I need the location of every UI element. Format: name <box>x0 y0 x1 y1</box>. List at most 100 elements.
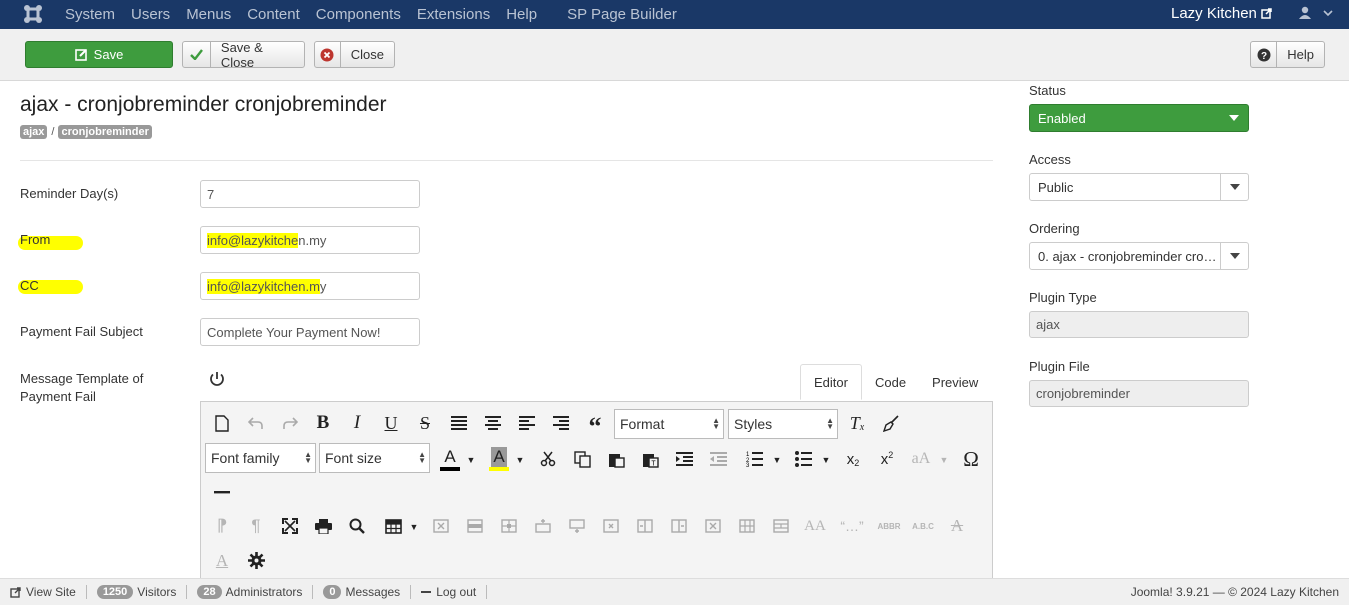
rtl-icon[interactable]: ¶ <box>245 515 267 537</box>
align-right-icon[interactable] <box>550 412 572 434</box>
status-select[interactable]: Enabled <box>1029 104 1249 132</box>
outdent-icon[interactable] <box>707 448 729 470</box>
special-character-icon[interactable]: Ω <box>959 447 983 471</box>
administrators-link[interactable]: 28 Administrators <box>187 585 314 599</box>
row-properties-icon[interactable] <box>464 515 486 537</box>
paste-icon[interactable] <box>605 448 627 470</box>
insertion-icon[interactable]: A <box>211 550 233 572</box>
new-document-icon[interactable] <box>211 412 233 434</box>
user-menu[interactable] <box>1298 6 1334 20</box>
view-site-link[interactable]: View Site <box>0 585 87 599</box>
delete-row-icon[interactable] <box>600 515 622 537</box>
print-icon[interactable] <box>312 515 334 537</box>
deletion-icon[interactable]: A <box>946 515 968 537</box>
logout-link[interactable]: Log out <box>411 585 488 599</box>
superscript-icon[interactable]: x2 <box>876 448 898 470</box>
styles-select[interactable]: Styles ▲ ▼ <box>728 409 838 439</box>
split-cells-icon[interactable] <box>736 515 758 537</box>
numbered-list-icon[interactable]: 123 <box>743 448 765 470</box>
breadcrumb-separator: / <box>51 126 55 138</box>
tab-code[interactable]: Code <box>862 364 919 400</box>
close-button[interactable]: Close <box>314 41 395 68</box>
align-justify-icon[interactable] <box>448 412 470 434</box>
payment-fail-subject-input[interactable]: Complete Your Payment Now! <box>200 318 420 346</box>
tab-editor[interactable]: Editor <box>800 364 862 400</box>
menu-sp-page-builder[interactable]: SP Page Builder <box>567 6 677 23</box>
underline-icon[interactable]: U <box>380 412 402 434</box>
search-icon[interactable] <box>346 515 368 537</box>
ltr-icon[interactable]: ⁋ <box>211 515 233 537</box>
gear-icon[interactable] <box>245 549 267 571</box>
text-color-icon[interactable]: A <box>439 446 461 472</box>
power-toggle-icon[interactable] <box>208 370 226 388</box>
table-icon[interactable] <box>382 515 404 537</box>
cleanup-broom-icon[interactable] <box>880 412 902 434</box>
save-button[interactable]: Save <box>25 41 173 68</box>
check-icon <box>183 42 211 67</box>
delete-column-icon[interactable] <box>702 515 724 537</box>
undo-icon[interactable] <box>245 412 267 434</box>
paste-text-icon[interactable]: T <box>639 448 661 470</box>
menu-system[interactable]: System <box>65 6 115 23</box>
chevron-down-icon[interactable]: ▼ <box>820 450 832 470</box>
insert-column-before-icon[interactable] <box>634 515 656 537</box>
abbreviation-icon[interactable]: ABBR <box>876 515 902 537</box>
cut-icon[interactable] <box>537 448 559 470</box>
align-center-icon[interactable] <box>482 412 504 434</box>
inline-quote-icon[interactable]: “…” <box>838 515 866 537</box>
insert-column-after-icon[interactable] <box>668 515 690 537</box>
joomla-logo-icon[interactable] <box>22 3 44 25</box>
font-family-select[interactable]: Font family ▲ ▼ <box>205 443 316 473</box>
visitors-link[interactable]: 1250 Visitors <box>87 585 188 599</box>
site-link[interactable]: Lazy Kitchen <box>1171 5 1272 22</box>
messages-link[interactable]: 0 Messages <box>313 585 412 599</box>
ordering-select[interactable]: 0. ajax - cronjobreminder cro… <box>1029 242 1249 270</box>
bold-icon[interactable]: B <box>312 412 334 434</box>
italic-icon[interactable]: I <box>346 412 368 434</box>
chevron-down-icon[interactable]: ▼ <box>771 450 783 470</box>
save-close-label: Save & Close <box>220 39 263 70</box>
background-color-icon[interactable]: A <box>488 446 510 472</box>
insert-row-before-icon[interactable] <box>532 515 554 537</box>
insert-row-after-icon[interactable] <box>566 515 588 537</box>
font-size-select[interactable]: Font size ▲ ▼ <box>319 443 430 473</box>
save-close-button[interactable]: Save & Close <box>182 39 305 70</box>
menu-components[interactable]: Components <box>316 6 401 23</box>
subscript-icon[interactable]: x2 <box>842 448 864 470</box>
from-input[interactable]: info@lazykitche n.my <box>200 226 420 254</box>
menu-content[interactable]: Content <box>247 6 300 23</box>
copy-icon[interactable] <box>571 448 593 470</box>
chevron-down-icon[interactable]: ▼ <box>938 450 950 470</box>
chevron-down-icon[interactable]: ▼ <box>408 517 420 537</box>
from-label: From <box>20 232 51 247</box>
bullet-list-icon[interactable] <box>792 448 814 470</box>
menu-help[interactable]: Help <box>506 6 537 23</box>
clear-formatting-icon[interactable]: Tx <box>846 412 868 434</box>
acronym-icon[interactable]: A.B.C <box>910 515 936 537</box>
indent-icon[interactable] <box>673 448 695 470</box>
help-button[interactable]: ? Help <box>1250 41 1325 68</box>
reminder-days-input[interactable]: 7 <box>200 180 420 208</box>
close-icon <box>315 42 341 67</box>
menu-menus[interactable]: Menus <box>186 6 231 23</box>
access-select[interactable]: Public <box>1029 173 1249 201</box>
font-size-style-icon[interactable]: AA <box>804 515 826 537</box>
align-left-icon[interactable] <box>516 412 538 434</box>
chevron-down-icon[interactable]: ▼ <box>514 450 526 470</box>
format-select[interactable]: Format ▲ ▼ <box>614 409 724 439</box>
redo-icon[interactable] <box>279 412 301 434</box>
menu-users[interactable]: Users <box>131 6 170 23</box>
merge-cells-icon[interactable] <box>770 515 792 537</box>
strikethrough-icon[interactable]: S <box>414 412 436 434</box>
chevron-down-icon[interactable]: ▼ <box>465 450 477 470</box>
blockquote-icon[interactable]: “ <box>584 412 606 440</box>
cell-properties-icon[interactable] <box>498 515 520 537</box>
cc-input[interactable]: info@lazykitchen.m y <box>200 272 420 300</box>
edit-icon <box>74 49 87 61</box>
fullscreen-icon[interactable] <box>279 515 301 537</box>
delete-table-icon[interactable] <box>430 515 452 537</box>
tab-preview[interactable]: Preview <box>919 364 991 400</box>
change-case-icon[interactable]: aA <box>910 448 932 470</box>
menu-extensions[interactable]: Extensions <box>417 6 490 23</box>
horizontal-rule-icon[interactable] <box>211 482 233 504</box>
